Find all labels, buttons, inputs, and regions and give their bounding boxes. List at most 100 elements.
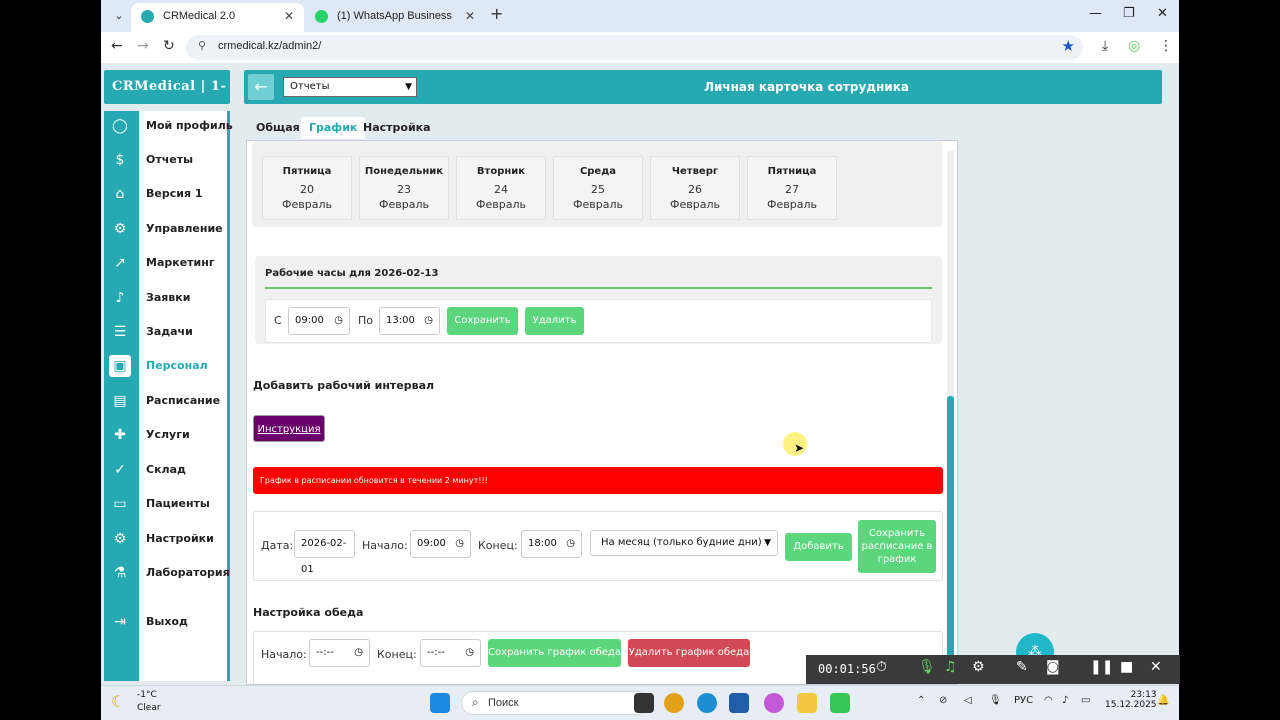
sidebar-item[interactable]: ↗ Маркетинг [104, 248, 230, 278]
lunch-end-input[interactable]: --:-- ◷ [420, 639, 481, 667]
back-button[interactable]: ← [248, 74, 274, 100]
instruction-button[interactable]: Инструкция [253, 415, 325, 442]
from-time-input[interactable]: 09:00 ◷ [288, 307, 350, 335]
stop-icon[interactable]: ■ [1120, 659, 1133, 675]
day-month: Февраль [573, 198, 623, 211]
window-close-icon[interactable]: ✕ [1157, 6, 1168, 21]
sidebar-item[interactable]: ⇥ Выход [104, 607, 230, 637]
tab-search-chevron-icon[interactable]: ⌄ [109, 6, 129, 26]
windows-start-icon[interactable] [430, 693, 450, 713]
close-icon[interactable]: ✕ [465, 3, 475, 29]
day-card[interactable]: Вторник 24 Февраль [456, 156, 546, 220]
mic-tray-icon[interactable]: 🎙 [989, 695, 1002, 706]
minimize-icon[interactable]: — [1089, 6, 1102, 21]
copilot-icon[interactable] [764, 693, 784, 713]
sidebar-item[interactable]: ◯ Мой профиль [104, 111, 233, 141]
camera-icon[interactable]: ◙ [1046, 659, 1060, 675]
volume-icon[interactable]: ◁ [964, 695, 972, 706]
period-select[interactable]: На месяц (только будние дни) ▼ [590, 530, 778, 556]
close-icon[interactable]: ✕ [284, 3, 294, 29]
id-card-icon: ▣ [109, 355, 131, 377]
save-hours-button[interactable]: Сохранить [447, 307, 518, 335]
folder-user-icon: ▭ [113, 496, 127, 512]
back-arrow-icon[interactable]: ← [111, 38, 123, 54]
pen-icon[interactable]: ✎ [1016, 659, 1028, 675]
system-clock[interactable]: 23:13 15.12.2025 [1105, 690, 1157, 710]
maximize-icon[interactable]: ❐ [1123, 6, 1135, 21]
sidebar-item[interactable]: ✓ Склад [104, 455, 230, 485]
clipboard-icon: ▤ [113, 393, 127, 409]
sidebar-item[interactable]: $ Отчеты [104, 145, 230, 175]
task-view-icon[interactable] [634, 693, 654, 713]
from-time-value: 09:00 [295, 315, 324, 326]
day-card[interactable]: Среда 25 Февраль [553, 156, 643, 220]
interval-form: Дата: 2026-02-01 Начало: 09:00 ◷ Конец: 1… [253, 511, 943, 581]
taskbar: ☾ -1°C Clear ⌕ Поиск ⌃ ⊘ ◁ 🎙 РУС ◠ ♪ ▭ 2… [101, 685, 1179, 720]
address-bar[interactable]: ⚲ crmedical.kz/admin2/ ★ [186, 35, 1083, 60]
sidebar-item[interactable]: ▭ Пациенты [104, 489, 230, 519]
menu-dots-icon[interactable]: ⋮ [1159, 38, 1173, 54]
day-card[interactable]: Понедельник 23 Февраль [359, 156, 449, 220]
logout-icon: ⇥ [114, 614, 126, 630]
day-card[interactable]: Пятница 20 Февраль [262, 156, 352, 220]
sidebar-item[interactable]: ♪ Заявки [104, 283, 230, 313]
download-icon[interactable]: ⤓ [1102, 38, 1108, 54]
delete-lunch-button[interactable]: Удалить график обеда [628, 639, 750, 667]
reload-icon[interactable]: ↻ [163, 38, 175, 54]
day-card[interactable]: Четверг 26 Февраль [650, 156, 740, 220]
settings-icon[interactable]: ⚙ [972, 659, 985, 675]
tab-general[interactable]: Общая [251, 117, 305, 139]
timer-icon[interactable]: ⏱ [876, 659, 887, 675]
battery-icon[interactable]: ▭ [1081, 695, 1090, 706]
tab-whatsapp[interactable]: (1) WhatsApp Business ✕ [305, 3, 485, 32]
wifi-icon[interactable]: ◠ [1044, 695, 1053, 706]
sidebar-item[interactable]: ⚗ Лаборатория [104, 558, 230, 588]
store-icon[interactable] [729, 693, 749, 713]
sidebar-item-label: Лаборатория [146, 566, 230, 579]
language-indicator[interactable]: РУС [1014, 695, 1033, 706]
day-card[interactable]: Пятница 27 Февраль [747, 156, 837, 220]
whatsapp-taskbar-icon[interactable] [830, 693, 850, 713]
sidebar-item[interactable]: ⚙ Управление [104, 214, 230, 244]
network-off-icon[interactable]: ⊘ [939, 695, 947, 706]
tab-crmedical[interactable]: CRMedical 2.0 ✕ [131, 3, 304, 32]
date-input[interactable]: 2026-02-01 [294, 530, 355, 575]
save-schedule-button[interactable]: Сохранить расписание в график [858, 520, 936, 573]
scrollbar-thumb[interactable] [947, 396, 954, 681]
sidebar-item[interactable]: ⚙ Настройки [104, 524, 230, 554]
sidebar-item[interactable]: ▣ Персонал [104, 351, 230, 381]
chrome-icon[interactable] [664, 693, 684, 713]
site-info-icon[interactable]: ⚲ [198, 39, 206, 52]
new-tab-icon[interactable]: + [490, 4, 503, 23]
tab-settings[interactable]: Настройка [358, 117, 436, 139]
notification-bell-icon[interactable]: 🔔 [1157, 695, 1169, 706]
speaker-tray-icon[interactable]: ♪ [1062, 695, 1068, 706]
tab-schedule[interactable]: График [301, 117, 366, 139]
add-interval-button[interactable]: Добавить [785, 533, 852, 561]
sidebar-item[interactable]: ✚ Услуги [104, 420, 230, 450]
bookmark-star-icon[interactable]: ★ [1062, 37, 1075, 55]
edge-icon[interactable] [697, 693, 717, 713]
section-select[interactable]: Отчеты ▼ [283, 77, 417, 97]
schedule-card: Пятница 20 Февраль Понедельник 23 Февраль Втор… [246, 140, 958, 685]
sidebar-item[interactable]: ▤ Расписание [104, 386, 230, 416]
sidebar-item[interactable]: ☰ Задачи [104, 317, 230, 347]
profile-icon[interactable]: ◎ [1128, 38, 1140, 54]
sidebar-item[interactable]: ⌂ Версия 1 [104, 179, 230, 209]
end-time-input[interactable]: 18:00 ◷ [521, 530, 582, 558]
delete-hours-button[interactable]: Удалить [525, 307, 584, 335]
save-lunch-button[interactable]: Сохранить график обеда [488, 639, 621, 667]
speaker-icon[interactable]: ♫ [944, 659, 957, 675]
clock-icon: ◷ [465, 647, 474, 658]
lunch-start-input[interactable]: --:-- ◷ [309, 639, 370, 667]
microphone-icon[interactable]: 🎙 [918, 659, 936, 675]
close-recorder-icon[interactable]: ✕ [1150, 659, 1162, 675]
forward-arrow-icon[interactable]: → [137, 38, 149, 54]
taskbar-search[interactable]: ⌕ Поиск [461, 691, 649, 715]
pause-icon[interactable]: ❚❚ [1090, 659, 1113, 675]
tray-chevron-icon[interactable]: ⌃ [917, 695, 925, 706]
start-time-input[interactable]: 09:00 ◷ [410, 530, 471, 558]
file-explorer-icon[interactable] [797, 693, 817, 713]
brand-logo[interactable]: CRMedical | 1-451 [104, 70, 230, 128]
to-time-input[interactable]: 13:00 ◷ [379, 307, 440, 335]
